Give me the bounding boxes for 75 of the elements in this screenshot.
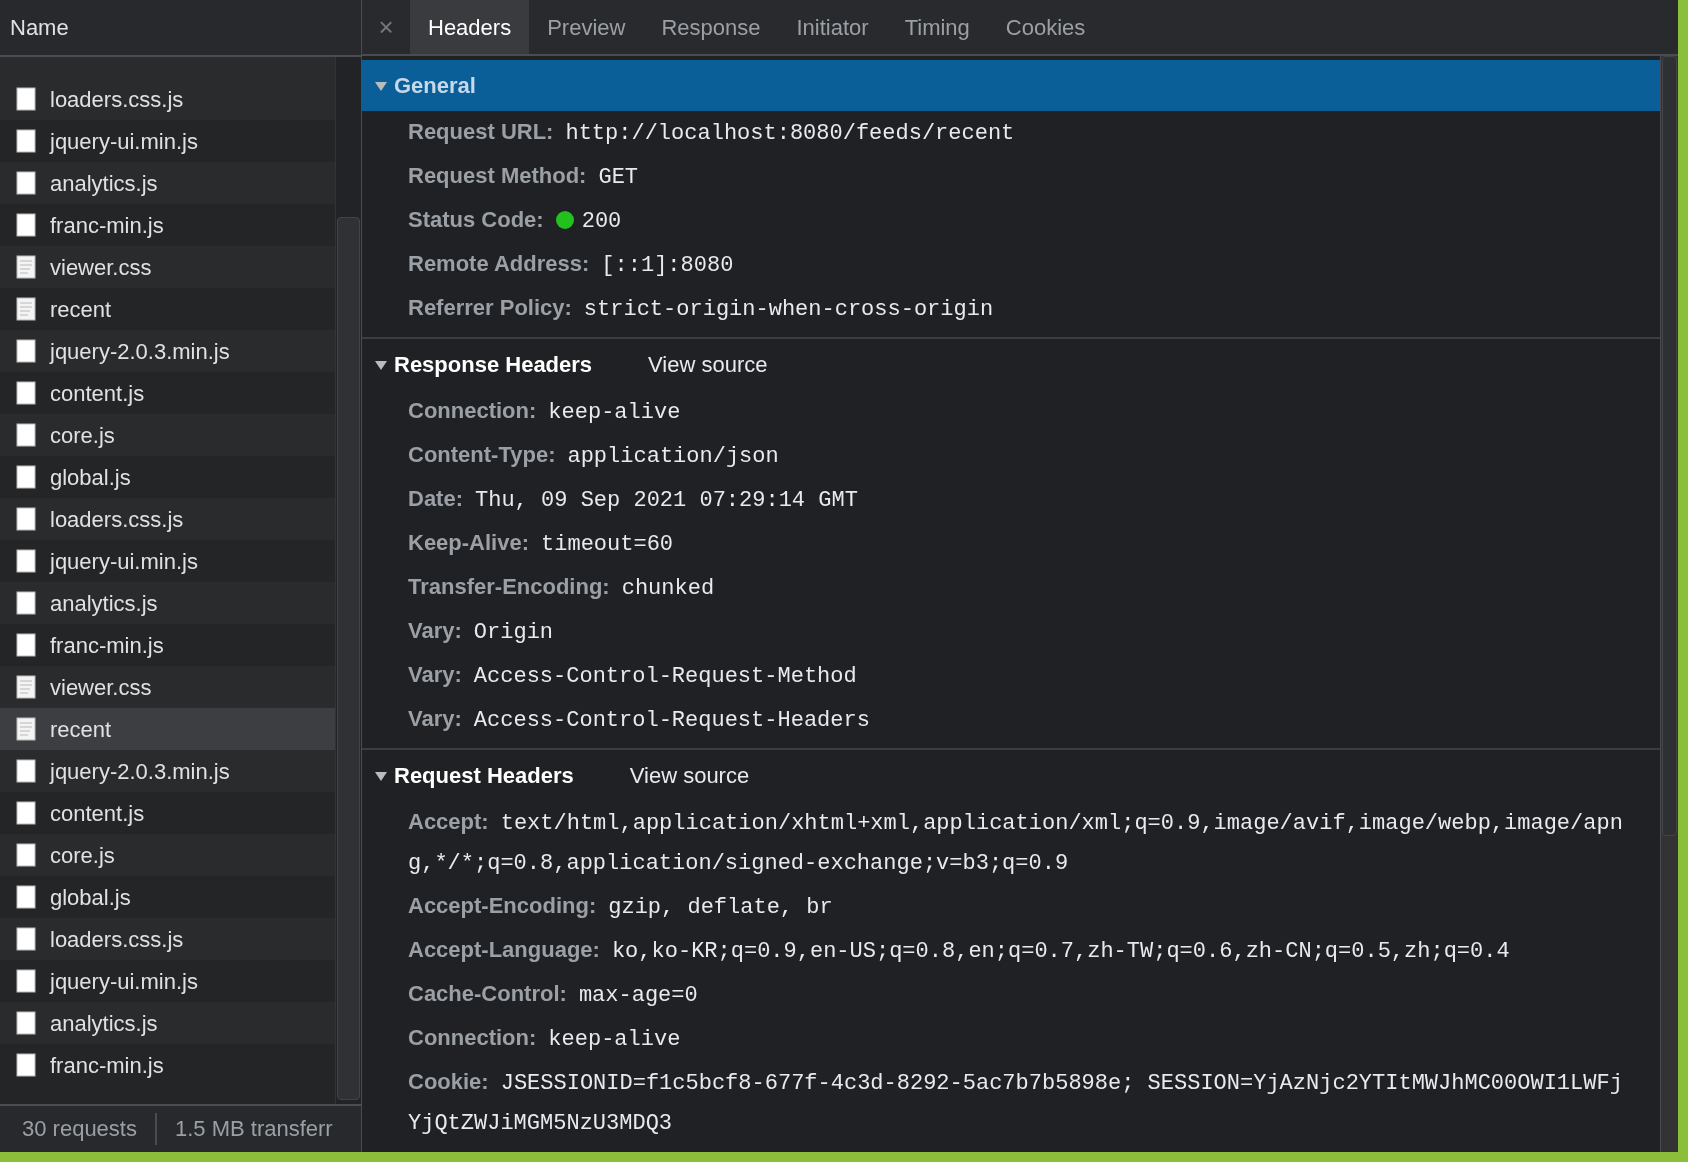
file-icon — [16, 801, 36, 825]
header-line: Keep-Alive: timeout=60 — [408, 529, 675, 559]
request-row[interactable]: analytics.js — [0, 582, 335, 624]
document-icon — [16, 297, 36, 321]
file-icon — [16, 339, 36, 363]
file-icon — [16, 969, 36, 993]
header-line: Content-Type: application/json — [408, 441, 780, 471]
file-icon — [16, 843, 36, 867]
header-line: Remote Address: [::1]:8080 — [408, 250, 735, 280]
file-icon — [16, 87, 36, 111]
request-row[interactable]: viewer.css — [0, 246, 335, 288]
section-header[interactable]: Response Headers — [374, 348, 593, 381]
column-header[interactable]: Name — [0, 0, 361, 57]
file-icon — [16, 213, 36, 237]
status-text: 30 requests — [0, 1113, 157, 1145]
tab[interactable]: Preview — [529, 0, 644, 54]
header-name: Status Code: — [408, 207, 544, 232]
document-icon — [16, 255, 36, 279]
status-text: 1.5 MB transferr — [173, 1115, 333, 1143]
header-line: Cache-Control: max-age=0 — [408, 980, 699, 1010]
expand-triangle-icon — [374, 769, 388, 782]
file-icon — [16, 381, 36, 405]
tab[interactable]: Cookies — [987, 0, 1104, 54]
file-icon — [16, 633, 36, 657]
file-icon — [16, 129, 36, 153]
request-row[interactable]: jquery-2.0.3.min.js — [0, 330, 335, 372]
scrollbar-thumb[interactable] — [337, 217, 360, 1100]
file-icon — [16, 507, 36, 531]
request-row[interactable]: analytics.js — [0, 1002, 335, 1044]
tab[interactable]: Headers — [410, 0, 530, 54]
tab[interactable]: Response — [643, 0, 779, 54]
section-header[interactable]: General — [374, 69, 476, 102]
file-icon — [16, 591, 36, 615]
file-icon — [16, 171, 36, 195]
section-header[interactable]: Request Headers — [374, 759, 574, 792]
request-row[interactable]: core.js — [0, 414, 335, 456]
request-row[interactable]: viewer.css — [0, 666, 335, 708]
file-icon — [16, 1011, 36, 1035]
header-line: Referrer Policy: strict-origin-when-cross-origin — [408, 294, 995, 324]
document-icon — [16, 717, 36, 741]
request-row[interactable]: loaders.css.js — [0, 78, 335, 120]
header-line: Vary: Access-Control-Request-Headers — [408, 705, 871, 735]
request-row[interactable]: recent — [0, 708, 335, 750]
file-icon — [16, 885, 36, 909]
document-icon — [16, 675, 36, 699]
header-line: Request Method: GET — [408, 162, 640, 192]
file-icon — [16, 465, 36, 489]
view-source-link[interactable]: View source — [648, 348, 768, 381]
header-line: Date: Thu, 09 Sep 2021 07:29:14 GMT — [408, 485, 859, 515]
file-icon — [16, 1053, 36, 1077]
request-row[interactable]: jquery-2.0.3.min.js — [0, 750, 335, 792]
view-source-link[interactable]: View source — [629, 759, 750, 792]
request-row[interactable]: loaders.css.js — [0, 498, 335, 540]
file-icon — [16, 927, 36, 951]
header-line: Accept-Language: ko,ko-KR;q=0.9,en-US;q=0.8,en;q=0.7,zh-TW;q=0.6,zh-CN;q=0.5,zh;q=0.4 — [408, 936, 1511, 966]
request-row[interactable]: loaders.css.js — [0, 918, 335, 960]
expand-triangle-icon — [374, 358, 388, 371]
tab[interactable]: Timing — [886, 0, 988, 54]
header-line: Connection: keep-alive — [408, 397, 682, 427]
file-icon — [16, 423, 36, 447]
header-line: Cookie: JSESSIONID=f1c5bcf8-677f-4c3d-8292-5ac7b7b5898e; SESSION=YjAzNjc2YTItMWJhMC00OWI1LWFjYjQtZWJiMGM5NzU3MDQ3 — [408, 1068, 1624, 1138]
header-line: Vary: Access-Control-Request-Method — [408, 661, 858, 691]
header-line: Vary: Origin — [408, 617, 555, 647]
scrollbar-thumb[interactable] — [1662, 56, 1677, 836]
file-icon — [16, 549, 36, 573]
expand-triangle-icon — [374, 79, 388, 92]
header-value: 200 — [581, 209, 622, 234]
header-line: Connection: keep-alive — [408, 1024, 682, 1054]
header-line: Accept-Encoding: gzip, deflate, br — [408, 892, 834, 922]
request-row[interactable]: analytics.js — [0, 162, 335, 204]
request-row[interactable]: core.js — [0, 834, 335, 876]
header-line: Request URL: http://localhost:8080/feeds/recent — [408, 118, 1016, 148]
file-icon — [16, 759, 36, 783]
tab[interactable]: Initiator — [778, 0, 887, 54]
header-line: Transfer-Encoding: chunked — [408, 573, 716, 603]
